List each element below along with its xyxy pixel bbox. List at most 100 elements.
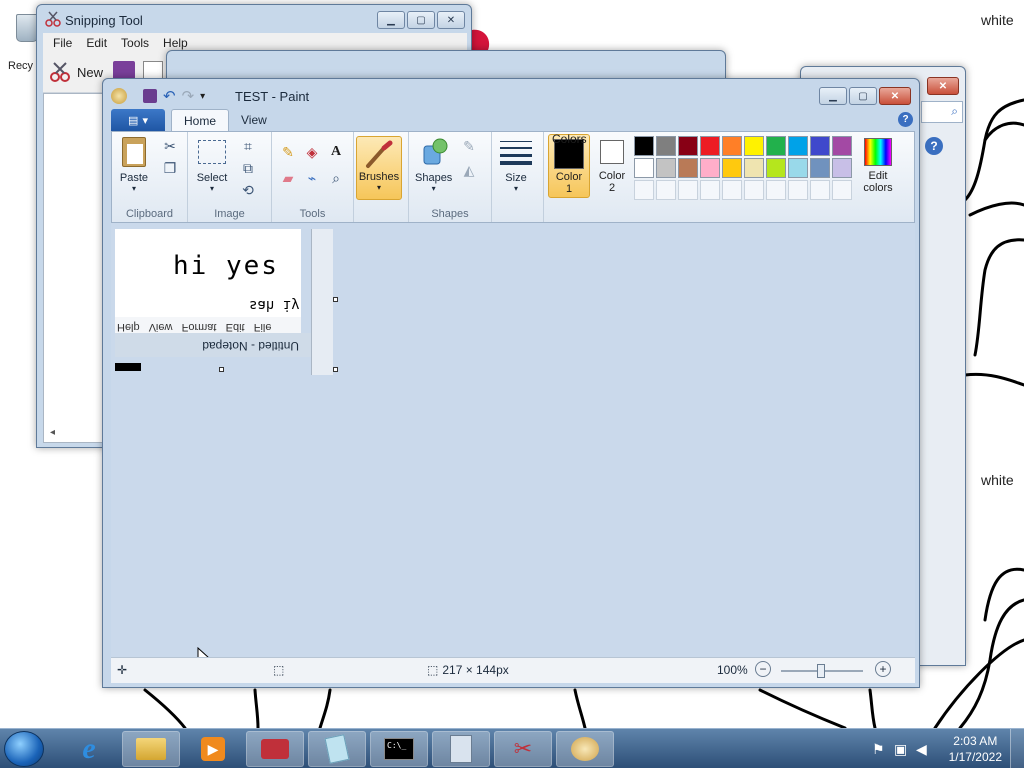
color2-button[interactable]: Color 2 xyxy=(594,138,630,202)
calculator-taskbar-icon[interactable] xyxy=(432,731,490,767)
new-snip-button[interactable]: New xyxy=(49,61,103,83)
color-swatch[interactable] xyxy=(766,180,786,200)
selection-size-icon: ⬚ xyxy=(273,663,285,677)
new-snip-label: New xyxy=(77,64,104,80)
cmd-taskbar-icon[interactable]: C:\_ xyxy=(370,731,428,767)
crop-icon[interactable]: ⌗ xyxy=(238,136,258,156)
minimize-button[interactable]: ▁ xyxy=(819,87,847,105)
drawing-canvas[interactable]: hi yes sah iy Help View Format Edit File… xyxy=(115,229,333,375)
color-swatch[interactable] xyxy=(832,180,852,200)
maximize-button[interactable]: ▢ xyxy=(849,87,877,105)
color-swatch[interactable] xyxy=(700,158,720,178)
menu-help[interactable]: Help xyxy=(163,36,188,50)
color-picker-icon[interactable]: ⌁ xyxy=(302,168,322,188)
maximize-button[interactable]: ▢ xyxy=(407,11,435,29)
color-swatch[interactable] xyxy=(656,180,676,200)
chevron-down-icon: ▾ xyxy=(131,184,136,193)
cut-icon[interactable]: ✂ xyxy=(160,136,180,156)
fill-icon[interactable]: ◈ xyxy=(302,142,322,162)
color-swatch[interactable] xyxy=(678,180,698,200)
close-button[interactable]: ✕ xyxy=(927,77,959,95)
scroll-left-icon[interactable]: ◂ xyxy=(50,427,55,438)
volume-muted-icon[interactable]: ◀ xyxy=(916,741,927,758)
tab-view[interactable]: View xyxy=(229,109,279,131)
save-icon[interactable] xyxy=(143,89,157,103)
shapes-button[interactable]: Shapes ▾ xyxy=(415,136,452,193)
recycle-bin-desktop-icon[interactable]: Recy xyxy=(2,10,38,74)
explorer-taskbar-icon[interactable] xyxy=(122,731,180,767)
resize-handle-right[interactable] xyxy=(333,297,338,302)
start-button[interactable] xyxy=(4,731,44,767)
color-swatch[interactable] xyxy=(832,158,852,178)
zoom-out-button[interactable]: − xyxy=(755,661,771,677)
menu-file[interactable]: File xyxy=(53,36,72,50)
resize-handle-bottom[interactable] xyxy=(219,367,224,372)
color-swatch[interactable] xyxy=(788,158,808,178)
copy-icon[interactable]: ❐ xyxy=(160,158,180,178)
color-swatch[interactable] xyxy=(722,180,742,200)
color-swatch[interactable] xyxy=(700,180,720,200)
paint-app-icon xyxy=(111,88,127,104)
image-group: Select ▾ ⌗ ⧉ ⟲ Image xyxy=(188,132,272,222)
color-swatch[interactable] xyxy=(634,158,654,178)
paint-menu-button[interactable]: ▤ ▾ xyxy=(111,109,165,131)
color-swatch[interactable] xyxy=(722,158,742,178)
zoom-slider-thumb[interactable] xyxy=(817,664,825,678)
media-player-taskbar-icon[interactable]: ▶ xyxy=(184,731,242,767)
resize-handle-corner[interactable] xyxy=(333,367,338,372)
notepad-taskbar-icon[interactable] xyxy=(308,731,366,767)
pencil-icon[interactable]: ✎ xyxy=(278,142,298,162)
chevron-down-icon: ▾ xyxy=(431,184,436,193)
help-icon[interactable]: ? xyxy=(925,137,943,155)
internet-explorer-taskbar-icon[interactable]: e xyxy=(60,731,118,767)
size-button[interactable]: Size ▾ xyxy=(500,136,532,193)
color-swatch[interactable] xyxy=(766,158,786,178)
action-center-flag-icon[interactable]: ⚑ xyxy=(872,741,885,758)
menu-edit[interactable]: Edit xyxy=(86,36,107,50)
search-box[interactable]: ⌕ xyxy=(921,101,963,123)
canvas-flipped-text: sah iy xyxy=(249,297,300,313)
size-label: Size xyxy=(505,172,527,184)
color-swatch[interactable] xyxy=(656,158,676,178)
magnifier-icon[interactable]: ⌕ xyxy=(326,168,346,188)
zoom-in-button[interactable]: + xyxy=(875,661,891,677)
color-swatch[interactable] xyxy=(788,180,808,200)
clipboard-group: Paste ▾ ✂ ❐ Clipboard xyxy=(112,132,188,222)
toolbox-taskbar-icon[interactable] xyxy=(246,731,304,767)
help-icon[interactable]: ? xyxy=(898,112,913,127)
snipping-tool-taskbar-icon[interactable]: ✂ xyxy=(494,731,552,767)
select-button[interactable]: Select ▾ xyxy=(196,136,228,193)
color-swatch[interactable] xyxy=(744,158,764,178)
minimize-button[interactable]: ▁ xyxy=(377,11,405,29)
menu-tools[interactable]: Tools xyxy=(121,36,149,50)
color-swatch[interactable] xyxy=(678,158,698,178)
status-bar: ✛ ⬚ ⬚ 217 × 144px 100% − + xyxy=(111,657,915,683)
zoom-slider[interactable] xyxy=(781,664,863,678)
show-desktop-button[interactable] xyxy=(1010,729,1024,768)
resize-icon[interactable]: ⧉ xyxy=(238,158,258,178)
paste-button[interactable]: Paste ▾ xyxy=(118,136,150,193)
text-icon[interactable]: A xyxy=(326,142,346,162)
fill-shape-icon[interactable]: ◭ xyxy=(459,160,479,180)
image-size-value: 217 × 144px xyxy=(442,663,509,677)
chevron-down-icon: ▾ xyxy=(513,184,518,193)
color-swatch[interactable] xyxy=(810,180,830,200)
color-swatch[interactable] xyxy=(744,180,764,200)
undo-icon[interactable]: ↶ xyxy=(163,87,176,105)
edit-colors-button[interactable]: Edit colors xyxy=(854,138,902,202)
color-swatch[interactable] xyxy=(810,158,830,178)
outline-icon[interactable]: ✎ xyxy=(459,136,479,156)
clock[interactable]: 2:03 AM 1/17/2022 xyxy=(949,733,1002,765)
canvas-area[interactable]: hi yes sah iy Help View Format Edit File… xyxy=(111,223,915,667)
customize-qat-icon[interactable]: ▾ xyxy=(200,91,205,102)
paint-taskbar-icon[interactable] xyxy=(556,731,614,767)
rotate-icon[interactable]: ⟲ xyxy=(238,180,258,200)
eraser-icon[interactable]: ▰ xyxy=(278,168,298,188)
color-swatch[interactable] xyxy=(634,180,654,200)
network-icon[interactable]: ▣ xyxy=(894,741,907,758)
close-button[interactable]: ✕ xyxy=(437,11,465,29)
close-button[interactable]: ✕ xyxy=(879,87,911,105)
brushes-button[interactable]: Brushes ▾ xyxy=(356,136,402,200)
redo-icon[interactable]: ↷ xyxy=(182,87,195,105)
tab-home[interactable]: Home xyxy=(171,109,230,131)
